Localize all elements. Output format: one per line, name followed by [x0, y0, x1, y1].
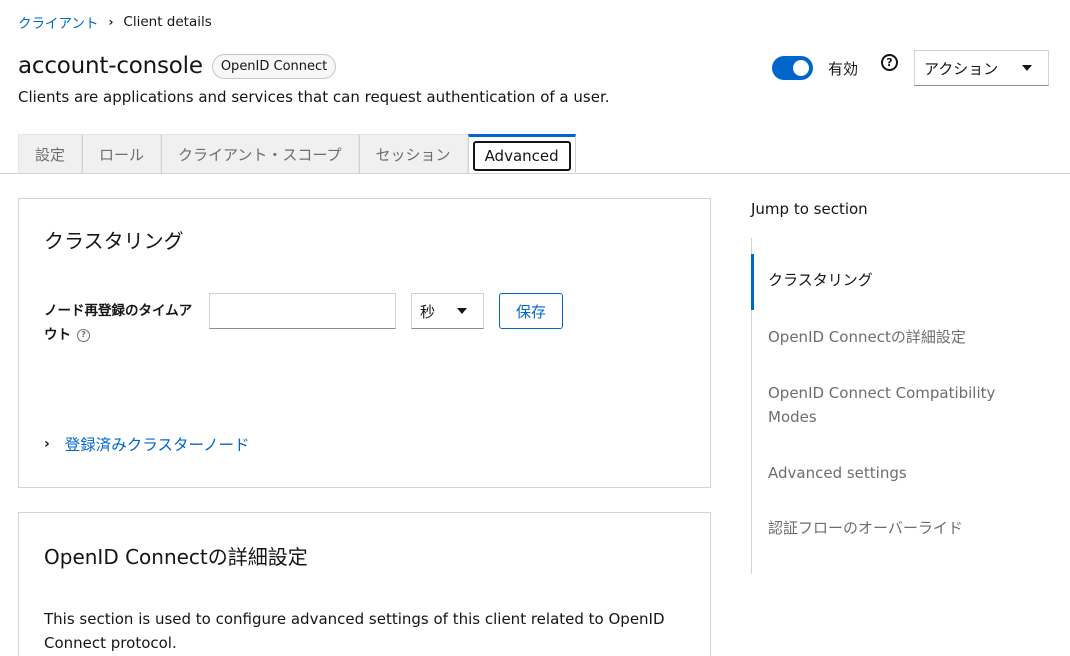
- tab-bar: 設定 ロール クライアント・スコープ セッション Advanced: [18, 134, 576, 174]
- clustering-title: クラスタリング: [44, 229, 184, 253]
- tab-client-scopes[interactable]: クライアント・スコープ: [161, 134, 359, 173]
- jump-link-clustering[interactable]: クラスタリング: [768, 268, 1028, 292]
- field-label-text: ノード再登録のタイムアウト: [44, 303, 193, 343]
- tab-divider: [0, 173, 1070, 174]
- clustering-card: クラスタリング ノード再登録のタイムアウト? 秒 保存 › 登録済みクラスターノ…: [18, 198, 711, 488]
- time-unit-select[interactable]: 秒: [411, 293, 484, 329]
- help-icon[interactable]: ?: [77, 328, 90, 342]
- protocol-badge: OpenID Connect: [211, 53, 337, 79]
- breadcrumb-current: Client details: [123, 14, 212, 30]
- jump-link-auth-flow-override[interactable]: 認証フローのオーバーライド: [768, 516, 1028, 540]
- oidc-settings-description: This section is used to configure advanc…: [44, 610, 665, 652]
- tab-label: セッション: [375, 145, 451, 164]
- tab-settings[interactable]: 設定: [18, 134, 83, 173]
- tab-sessions[interactable]: セッション: [358, 134, 468, 173]
- title-row: account-console OpenID Connect: [18, 53, 337, 79]
- jump-to-section-title: Jump to section: [751, 200, 868, 218]
- registered-nodes-label: 登録済みクラスターノード: [64, 436, 250, 454]
- tab-label: Advanced: [472, 140, 571, 171]
- action-dropdown-label: アクション: [924, 59, 999, 78]
- tab-advanced[interactable]: Advanced: [467, 134, 576, 174]
- time-unit-value: 秒: [420, 302, 436, 321]
- breadcrumb-clients-link[interactable]: クライアント: [18, 12, 98, 32]
- jump-link-oidc-settings[interactable]: OpenID Connectの詳細設定: [768, 325, 1028, 349]
- breadcrumb: クライアント › Client details: [18, 12, 212, 32]
- jump-to-section-nav: クラスタリング OpenID Connectの詳細設定 OpenID Conne…: [751, 238, 1041, 574]
- timeout-input[interactable]: [209, 293, 396, 329]
- registered-nodes-toggle[interactable]: › 登録済みクラスターノード: [44, 433, 250, 455]
- chevron-right-icon: ›: [108, 15, 114, 29]
- node-reregistration-timeout-label: ノード再登録のタイムアウト?: [44, 299, 194, 347]
- chevron-right-icon: ›: [44, 436, 50, 452]
- tab-label: 設定: [35, 145, 66, 164]
- active-indicator: [751, 254, 754, 310]
- header-actions: 有効 ? アクション: [771, 50, 1049, 86]
- page-description: Clients are applications and services th…: [18, 88, 610, 106]
- jump-link-oidc-compat-modes[interactable]: OpenID Connect Compatibility Modes: [768, 381, 1028, 429]
- tab-roles[interactable]: ロール: [82, 134, 162, 173]
- action-dropdown[interactable]: アクション: [914, 50, 1049, 86]
- save-button[interactable]: 保存: [499, 293, 563, 329]
- page-title: account-console: [18, 53, 203, 79]
- caret-down-icon: [457, 308, 467, 314]
- caret-down-icon: [1022, 65, 1032, 71]
- jump-link-advanced-settings[interactable]: Advanced settings: [768, 461, 1028, 485]
- oidc-settings-title: OpenID Connectの詳細設定: [44, 545, 308, 569]
- enabled-label: 有効: [827, 59, 858, 78]
- toggle-knob: [792, 60, 809, 76]
- enabled-toggle[interactable]: [771, 56, 813, 80]
- tab-label: クライアント・スコープ: [178, 145, 342, 164]
- tab-label: ロール: [99, 145, 145, 164]
- oidc-settings-card: OpenID Connectの詳細設定 This section is used…: [18, 512, 711, 656]
- help-icon[interactable]: ?: [881, 53, 898, 71]
